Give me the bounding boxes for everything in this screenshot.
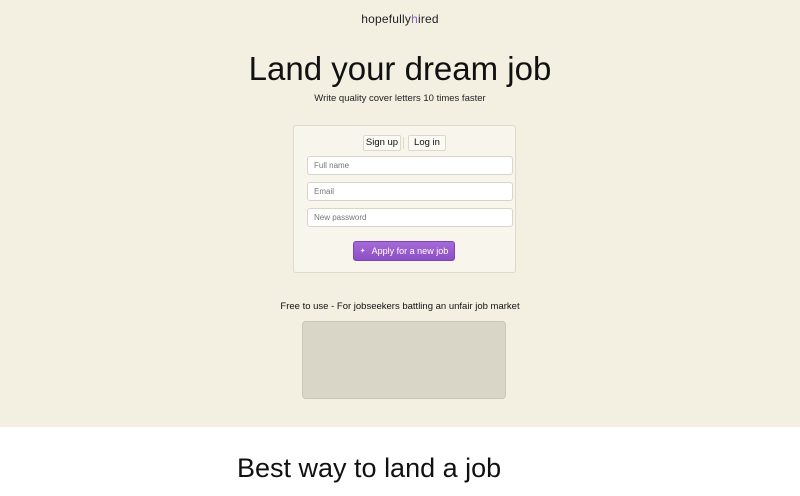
logo-part-opefully: opefully [368, 12, 412, 26]
apply-for-new-job-button[interactable]: ✦ Apply for a new job [353, 241, 455, 261]
tab-sign-up[interactable]: Sign up [363, 135, 401, 151]
signup-form-card: Sign up Log in ✦ Apply for a new job [293, 125, 516, 273]
features-section: Best way to land a job [0, 427, 800, 496]
full-name-input[interactable] [307, 156, 513, 175]
new-password-input[interactable] [307, 208, 513, 227]
tab-log-in[interactable]: Log in [408, 135, 446, 151]
apply-button-label: Apply for a new job [371, 246, 449, 256]
media-placeholder[interactable] [302, 321, 506, 399]
section-heading: Best way to land a job [237, 453, 502, 483]
tagline: Free to use - For jobseekers battling an… [280, 301, 520, 312]
logo-part-h-accent: h [411, 12, 418, 26]
page-title: Land your dream job [248, 50, 552, 87]
brand-logo[interactable]: hopefullyhired [0, 12, 800, 26]
page: hopefullyhired Land your dream job Write… [0, 0, 800, 496]
logo-part-ired: ired [417, 12, 439, 26]
sparkle-icon: ✦ [359, 247, 366, 255]
hero-section: hopefullyhired Land your dream job Write… [0, 0, 800, 427]
tab-divider [403, 137, 404, 149]
email-input[interactable] [307, 182, 513, 201]
page-subtitle: Write quality cover letters 10 times fas… [314, 93, 486, 104]
